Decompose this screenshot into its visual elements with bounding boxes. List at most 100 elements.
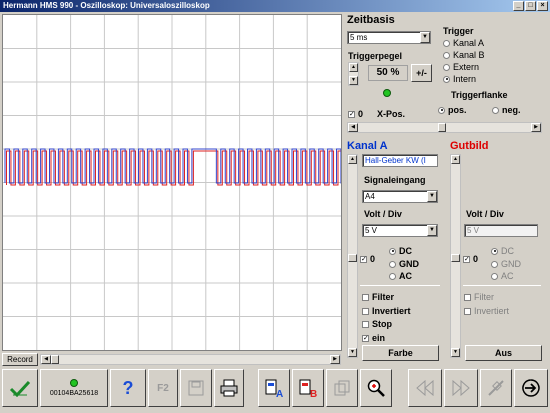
trigger-option-label: Kanal A	[453, 38, 485, 48]
scroll-thumb[interactable]	[348, 254, 357, 262]
scroll-down-icon[interactable]: ▼	[348, 348, 357, 357]
flanke-option-label: pos.	[448, 105, 467, 115]
confirm-button[interactable]	[2, 369, 38, 407]
checkbox-label: Invertiert	[372, 306, 411, 316]
divider	[360, 285, 440, 286]
kanal-a-ein-checkbox[interactable]: ✓ ein	[362, 333, 385, 343]
gutbild-coupling-dc: DC	[491, 246, 514, 256]
check-icon: ✓	[463, 255, 470, 263]
farbe-button[interactable]: Farbe	[362, 345, 439, 361]
xpos-checkbox[interactable]: ✓ 0	[348, 109, 363, 119]
help-button[interactable]: ?	[110, 369, 146, 407]
scroll-thumb[interactable]	[451, 254, 460, 262]
scroll-right-icon[interactable]: ▶	[531, 123, 541, 132]
trigger-option-extern[interactable]: Extern	[443, 62, 479, 72]
magnifier-icon	[367, 379, 385, 397]
kanal-a-offset-checkbox[interactable]: ✓ 0	[360, 254, 375, 264]
exit-button[interactable]	[514, 369, 548, 407]
trigger-option-kanal-a[interactable]: Kanal A	[443, 38, 484, 48]
radio-selected-icon	[438, 106, 445, 114]
kanal-a-volt-select[interactable]: 5 V ▼	[362, 224, 438, 237]
signaleingang-label: Signaleingang	[364, 175, 426, 185]
gutbild-offset-checkbox[interactable]: ✓ 0	[463, 254, 478, 264]
check-icon: ✓	[360, 255, 367, 263]
channel-b-icon: B	[299, 379, 317, 398]
minimize-button[interactable]: _	[513, 1, 524, 11]
kanal-a-filter-checkbox[interactable]: Filter	[362, 292, 394, 302]
record-button[interactable]: Record	[2, 353, 38, 366]
gutbild-invertiert-checkbox: Invertiert	[464, 306, 509, 316]
radio-icon	[491, 260, 498, 268]
radio-icon	[491, 272, 498, 280]
checkbox-label: ein	[372, 333, 386, 343]
flanke-option-pos[interactable]: pos.	[438, 105, 467, 115]
checkmark-icon	[9, 380, 31, 397]
radio-selected-icon	[491, 247, 498, 255]
print-button[interactable]	[214, 369, 244, 407]
sign-toggle-button[interactable]: +/-	[411, 64, 432, 82]
zoom-button[interactable]	[360, 369, 392, 407]
spin-up-icon[interactable]: ▲	[349, 63, 358, 72]
xpos-label: X-Pos.	[377, 109, 406, 119]
kanal-a-offset-scrollbar[interactable]: ▲ ▼	[347, 154, 358, 358]
checkbox-icon	[362, 320, 369, 328]
trigger-status-led	[383, 89, 391, 97]
coupling-label: AC	[501, 271, 514, 281]
scroll-thumb[interactable]	[438, 123, 446, 132]
kanal-a-heading: Kanal A	[347, 140, 388, 152]
triggerflanke-label: Triggerflanke	[451, 90, 508, 100]
gutbild-offset-scrollbar[interactable]: ▲ ▼	[450, 154, 461, 358]
kanal-a-coupling-ac[interactable]: AC	[389, 271, 412, 281]
gutbild-filter-checkbox: Filter	[464, 292, 494, 302]
divider	[463, 285, 541, 286]
zeitbasis-heading: Zeitbasis	[347, 14, 395, 26]
channel-a-icon: A	[265, 379, 283, 398]
triggerpegel-label: Triggerpegel	[348, 51, 403, 61]
copy-icon	[334, 380, 350, 396]
radio-selected-icon	[443, 75, 450, 83]
flanke-option-neg[interactable]: neg.	[492, 105, 521, 115]
checkbox-icon	[464, 307, 471, 315]
signaleingang-select[interactable]: A4 ▼	[362, 190, 438, 203]
checkbox-label: Filter	[372, 292, 395, 302]
kanal-a-coupling-dc[interactable]: DC	[389, 246, 412, 256]
scroll-left-icon[interactable]: ◀	[41, 355, 51, 364]
chevron-down-icon[interactable]: ▼	[427, 191, 437, 202]
gutbild-volt-label: Volt / Div	[466, 209, 504, 219]
kanal-a-stop-checkbox[interactable]: Stop	[362, 319, 392, 329]
aus-button[interactable]: Aus	[465, 345, 542, 361]
spin-down-icon[interactable]: ▼	[349, 76, 358, 85]
printer-icon	[220, 379, 238, 397]
chevron-down-icon[interactable]: ▼	[427, 225, 437, 236]
trigger-option-label: Kanal B	[453, 50, 485, 60]
trigger-heading: Trigger	[443, 26, 474, 36]
checkbox-icon	[362, 293, 369, 301]
prev-button	[408, 369, 442, 407]
scroll-down-icon[interactable]: ▼	[451, 348, 460, 357]
checkbox-icon	[362, 307, 369, 315]
xpos-scrollbar[interactable]: ◀ ▶	[347, 122, 542, 133]
scroll-up-icon[interactable]: ▲	[348, 155, 357, 164]
scroll-up-icon[interactable]: ▲	[451, 155, 460, 164]
close-button[interactable]: ×	[537, 1, 548, 11]
record-scrollbar[interactable]: ◀ ▶	[40, 354, 341, 365]
kanal-a-coupling-gnd[interactable]: GND	[389, 259, 419, 269]
maximize-button[interactable]: □	[525, 1, 536, 11]
scroll-right-icon[interactable]: ▶	[330, 355, 340, 364]
kanal-a-invertiert-checkbox[interactable]: Invertiert	[362, 306, 411, 316]
svg-text:A: A	[276, 389, 283, 398]
zeitbasis-select[interactable]: 5 ms ▼	[347, 31, 431, 44]
kanal-a-sensor-field[interactable]: Hall-Geber KW (I	[362, 154, 438, 167]
checkbox-label: Filter	[474, 292, 494, 302]
channel-a-button[interactable]: A	[258, 369, 290, 407]
triggerpegel-spinner[interactable]: ▲ ▼	[348, 62, 359, 86]
trigger-option-kanal-b[interactable]: Kanal B	[443, 50, 485, 60]
check-icon: ✓	[362, 334, 369, 342]
trigger-option-intern[interactable]: Intern	[443, 74, 476, 84]
chevron-down-icon[interactable]: ▼	[420, 32, 430, 43]
scroll-left-icon[interactable]: ◀	[348, 123, 358, 132]
arrow-left-icon	[416, 379, 434, 397]
device-status: 00104BA25618	[40, 369, 108, 407]
scroll-thumb[interactable]	[51, 355, 59, 364]
channel-b-button[interactable]: B	[292, 369, 324, 407]
